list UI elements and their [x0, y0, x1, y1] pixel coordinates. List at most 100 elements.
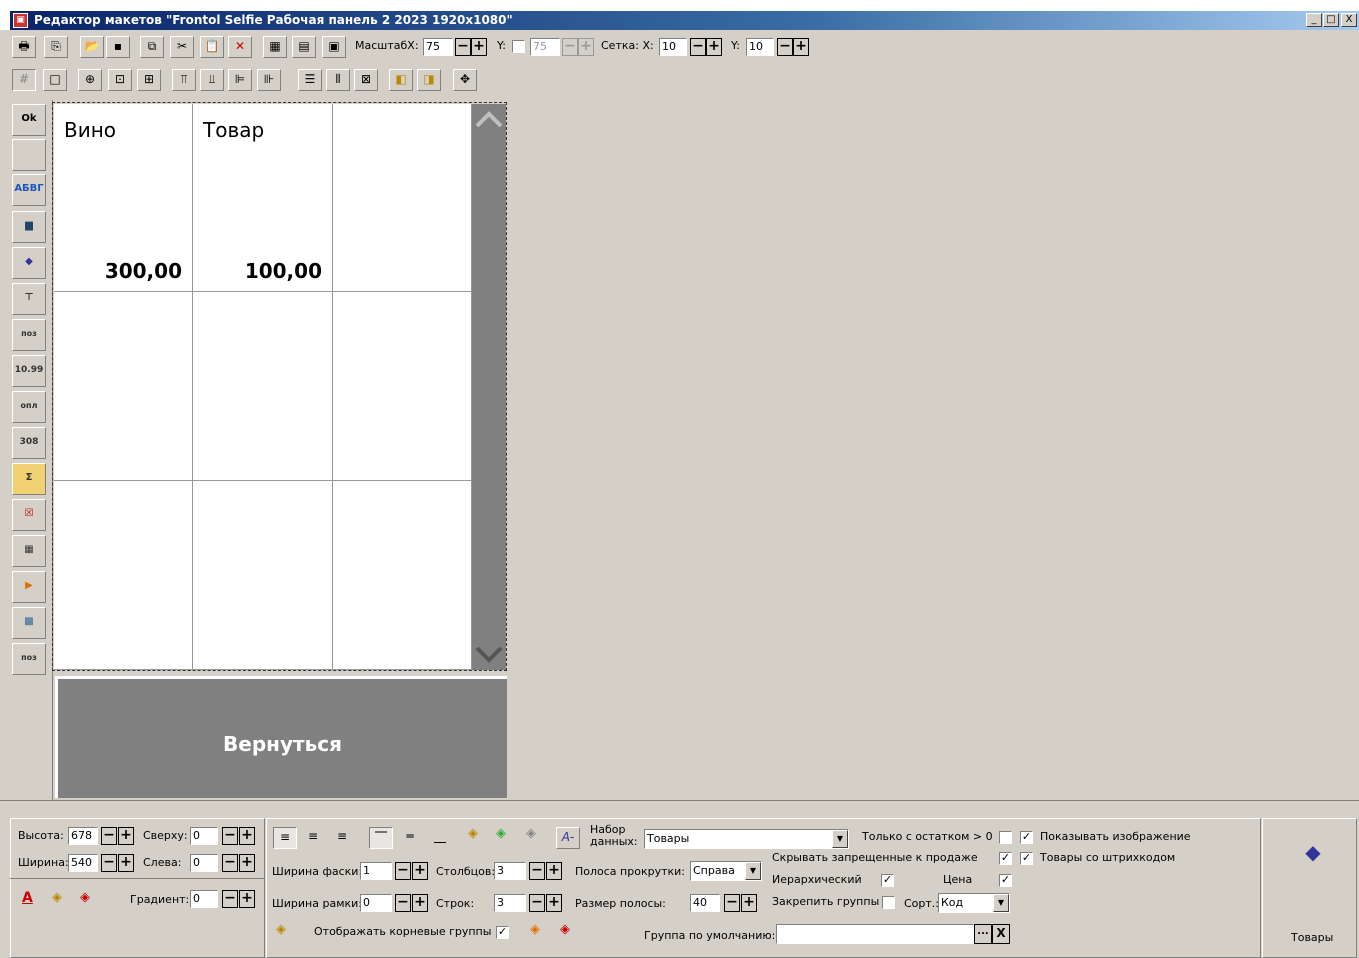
scale-x-plus[interactable]: + [471, 38, 487, 56]
sort-select[interactable]: Код ▼ [938, 893, 1010, 913]
align-text-right-icon[interactable]: ≡ [330, 827, 354, 849]
layout3-icon[interactable]: ▣ [322, 36, 346, 58]
scale-x-minus[interactable]: − [455, 38, 471, 56]
close-button[interactable]: X [1341, 13, 1357, 27]
width-plus[interactable]: + [118, 854, 134, 872]
price-checkbox[interactable]: ✓ [999, 874, 1012, 887]
text-fill3-icon[interactable]: ◈ [526, 826, 536, 842]
scale-y-minus[interactable]: − [562, 38, 578, 56]
matrix-tool-icon[interactable]: ▩ [12, 607, 46, 639]
info-tool-icon[interactable]: 308 [12, 427, 46, 459]
size-height-icon[interactable]: ⊞ [137, 69, 161, 91]
paste-icon[interactable]: 📋 [200, 36, 224, 58]
bar-size-plus[interactable]: + [741, 894, 757, 912]
show-image-checkbox[interactable]: ✓ [1020, 831, 1033, 844]
show-root-checkbox[interactable]: ✓ [496, 926, 509, 939]
cut-icon[interactable]: ✂ [170, 36, 194, 58]
grid-y-plus[interactable]: + [793, 38, 809, 56]
gradient-plus[interactable]: + [239, 890, 255, 908]
grid-x-minus[interactable]: − [690, 38, 706, 56]
valign-bottom-icon[interactable]: ⎽ [428, 827, 452, 849]
grid-x-plus[interactable]: + [706, 38, 722, 56]
width-minus[interactable]: − [101, 854, 117, 872]
distribute-v-icon[interactable]: ☰ [298, 69, 322, 91]
goods-tool-icon[interactable]: ◆ [12, 247, 46, 279]
height-plus[interactable]: + [118, 827, 134, 845]
size-width-icon[interactable]: ⊡ [108, 69, 132, 91]
hide-forbidden-checkbox[interactable]: ✓ [999, 852, 1012, 865]
delete-icon[interactable]: ✕ [228, 36, 252, 58]
payments-tool-icon[interactable]: опл [12, 391, 46, 423]
rows-plus[interactable]: + [546, 894, 562, 912]
bar-size-input[interactable]: 40 [690, 894, 720, 912]
font-color-icon[interactable]: A [22, 890, 33, 906]
layout2-icon[interactable]: ▤ [292, 36, 316, 58]
print-icon[interactable]: 🖶 [12, 36, 36, 58]
default-group-input[interactable] [776, 924, 974, 944]
label-tool-icon[interactable]: АБВГ [12, 174, 46, 206]
border-input[interactable]: 0 [360, 894, 392, 912]
open-icon[interactable]: 📂 [80, 36, 104, 58]
cols-input[interactable]: 3 [494, 862, 526, 880]
grid-y-input[interactable]: 10 [746, 38, 774, 56]
valign-top-icon[interactable]: ⎺ [369, 827, 393, 849]
barcode-checkbox[interactable]: ✓ [1020, 852, 1033, 865]
scale-y-plus[interactable]: + [578, 38, 594, 56]
tree-tool-icon[interactable]: ⊤ [12, 283, 46, 315]
align-bottom-icon[interactable]: ⫫ [200, 69, 224, 91]
distribute-h-icon[interactable]: ⫴ [326, 69, 350, 91]
bevel-plus[interactable]: + [412, 862, 428, 880]
send-back-icon[interactable]: ◨ [417, 69, 441, 91]
gradient-input[interactable]: 0 [190, 890, 218, 908]
scale-x-input[interactable]: 75 [423, 38, 453, 56]
bar-size-minus[interactable]: − [724, 894, 740, 912]
top-minus[interactable]: − [222, 827, 238, 845]
grid-x-input[interactable]: 10 [659, 38, 687, 56]
font-icon[interactable]: A- [556, 827, 580, 849]
align-text-left-icon[interactable]: ≡ [273, 827, 297, 849]
grid-y-minus[interactable]: − [777, 38, 793, 56]
list-tool-icon[interactable]: поз [12, 643, 46, 675]
sum-tool-icon[interactable]: Σ [12, 463, 46, 495]
back-button[interactable]: Вернуться [55, 676, 507, 798]
width-input[interactable]: 540 [68, 854, 98, 872]
button-tool-icon[interactable]: Ok [12, 104, 46, 136]
align-top-icon[interactable]: ⫪ [172, 69, 196, 91]
left-plus[interactable]: + [239, 854, 255, 872]
bring-front-icon[interactable]: ◧ [389, 69, 413, 91]
left-minus[interactable]: − [222, 854, 238, 872]
text-fill2-icon[interactable]: ◈ [496, 826, 506, 842]
cols-plus[interactable]: + [546, 862, 562, 880]
left-input[interactable]: 0 [190, 854, 218, 872]
clear-button[interactable]: X [992, 924, 1010, 944]
bevel-minus[interactable]: − [395, 862, 411, 880]
align-text-center-icon[interactable]: ≡ [301, 827, 325, 849]
top-input[interactable]: 0 [190, 827, 218, 845]
top-plus[interactable]: + [239, 827, 255, 845]
align-left-icon[interactable]: ⊫ [228, 69, 252, 91]
height-input[interactable]: 678 [68, 827, 98, 845]
text-fill-icon[interactable]: ◈ [468, 826, 478, 842]
move-icon[interactable]: ✥ [453, 69, 477, 91]
scale-y-input[interactable]: 75 [530, 38, 560, 56]
root-color2-icon[interactable]: ◈ [560, 922, 570, 938]
bevel-input[interactable]: 1 [360, 862, 392, 880]
cols-minus[interactable]: − [529, 862, 545, 880]
border-plus[interactable]: + [412, 894, 428, 912]
media-tool-icon[interactable]: ▶ [12, 571, 46, 603]
border-minus[interactable]: − [395, 894, 411, 912]
copy-icon[interactable]: ⧉ [140, 36, 164, 58]
only-stock-checkbox[interactable] [999, 831, 1012, 844]
rows-minus[interactable]: − [529, 894, 545, 912]
scale-y-checkbox[interactable] [512, 40, 525, 53]
maximize-button[interactable]: □ [1323, 13, 1339, 27]
pin-groups-checkbox[interactable] [882, 896, 895, 909]
root-fill-icon[interactable]: ◈ [276, 922, 286, 938]
save-icon[interactable]: ▪ [106, 36, 130, 58]
rows-input[interactable]: 3 [494, 894, 526, 912]
grid-toggle-icon[interactable]: # [12, 69, 36, 91]
gradient-color-icon[interactable]: ◈ [80, 890, 90, 906]
checkbox-tool-icon[interactable]: ☒ [12, 499, 46, 531]
hier-checkbox[interactable]: ✓ [881, 874, 894, 887]
price-tool-icon[interactable]: 10.99 [12, 355, 46, 387]
